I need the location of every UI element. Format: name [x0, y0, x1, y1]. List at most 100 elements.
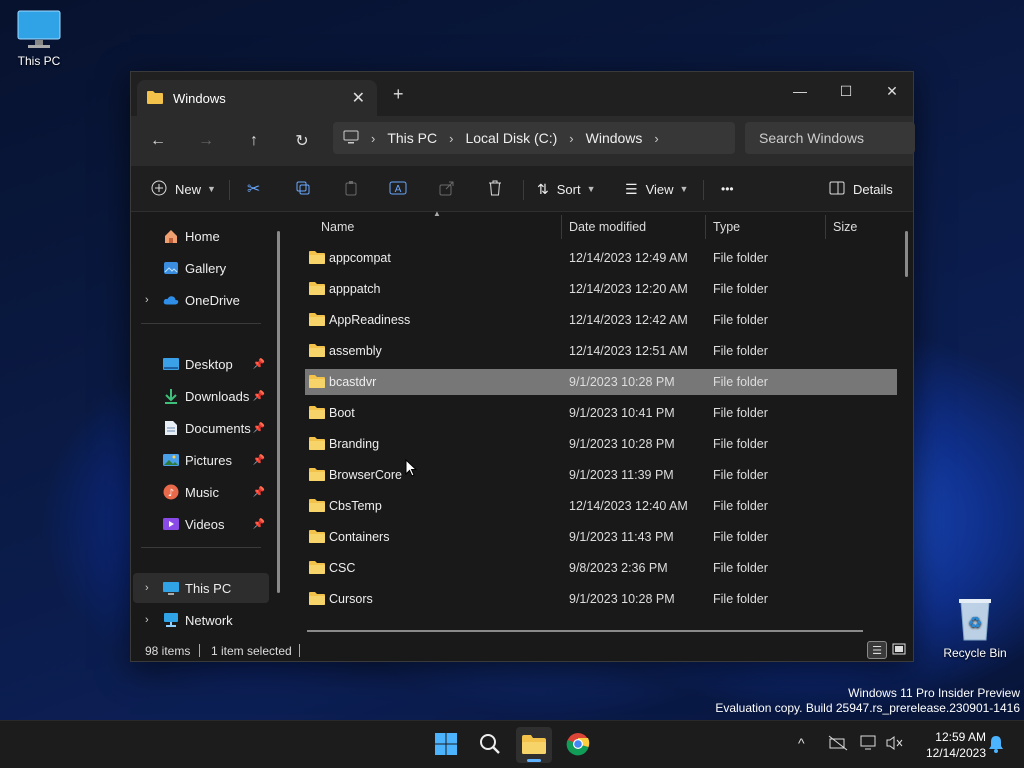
file-row[interactable]: bcastdvr 9/1/2023 10:28 PM File folder	[305, 369, 897, 395]
back-button[interactable]: ←	[143, 126, 173, 156]
file-row[interactable]: Branding 9/1/2023 10:28 PM File folder	[305, 431, 897, 457]
column-header-date-modified[interactable]: Date modified	[569, 213, 646, 241]
sidebar-item-label: This PC	[185, 580, 232, 596]
sidebar-item-network[interactable]: › Network	[133, 605, 269, 635]
active-indicator	[527, 759, 541, 762]
forward-button[interactable]: →	[191, 126, 221, 156]
details-view-button[interactable]: ☰	[867, 641, 887, 659]
display-icon[interactable]	[860, 735, 878, 754]
svg-text:A: A	[395, 184, 402, 195]
address-bar[interactable]: › This PC › Local Disk (C:) › Windows ›	[333, 122, 735, 154]
sidebar-item-music[interactable]: ♪ Music 📌	[133, 477, 269, 507]
new-tab-button[interactable]: +	[393, 84, 404, 105]
sidebar-item-this-pc[interactable]: › This PC	[133, 573, 269, 603]
desktop-icon-this-pc[interactable]: This PC	[4, 10, 74, 68]
file-row[interactable]: CbsTemp 12/14/2023 12:40 AM File folder	[305, 493, 897, 519]
chevron-right-icon: ›	[145, 294, 149, 306]
cut-button[interactable]: ✂	[247, 174, 260, 204]
file-row[interactable]: Cursors 9/1/2023 10:28 PM File folder	[305, 586, 897, 612]
sidebar-item-label: Network	[185, 612, 233, 628]
view-button[interactable]: ☰ View ▼	[625, 174, 688, 204]
new-button[interactable]: New ▼	[151, 174, 216, 204]
up-button[interactable]: ↑	[239, 126, 269, 156]
sidebar-item-downloads[interactable]: Downloads 📌	[133, 381, 269, 411]
recycle-bin-icon: ♻	[955, 596, 995, 642]
notification-bell-icon[interactable]	[988, 735, 1004, 756]
volume-muted-icon[interactable]	[886, 735, 904, 754]
file-name: CSC	[329, 561, 356, 575]
tab-close-button[interactable]: ✕	[352, 88, 365, 108]
refresh-button[interactable]: ↻	[287, 126, 317, 156]
start-button[interactable]	[428, 727, 464, 763]
file-row[interactable]: AppReadiness 12/14/2023 12:42 AM File fold…	[305, 307, 897, 333]
search-button[interactable]	[472, 727, 508, 763]
column-divider[interactable]	[825, 215, 826, 239]
file-explorer-taskbar-button[interactable]	[516, 727, 552, 763]
sidebar-item-videos[interactable]: Videos 📌	[133, 509, 269, 539]
file-row[interactable]: assembly 12/14/2023 12:51 AM File folder	[305, 338, 897, 364]
sidebar-item-label: Desktop	[185, 356, 233, 372]
details-pane-button[interactable]: Details	[829, 174, 893, 204]
sidebar-item-gallery[interactable]: Gallery	[133, 253, 269, 283]
tiles-view-button[interactable]	[889, 641, 909, 659]
sidebar-item-home[interactable]: Home	[133, 221, 269, 251]
desktop-icon-recycle-bin[interactable]: ♻ Recycle Bin	[940, 596, 1010, 660]
network-disconnected-icon[interactable]	[828, 735, 848, 754]
breadcrumb-windows[interactable]: Windows	[586, 130, 643, 146]
folder-icon	[309, 343, 325, 360]
sidebar-scrollbar[interactable]	[277, 231, 280, 593]
sidebar-item-pictures[interactable]: Pictures 📌	[133, 445, 269, 475]
gallery-icon	[163, 260, 179, 276]
column-header-name[interactable]: Name	[321, 213, 354, 241]
file-row[interactable]: Containers 9/1/2023 11:43 PM File folder	[305, 524, 897, 550]
rename-button[interactable]: A	[389, 174, 407, 204]
copy-button[interactable]	[295, 174, 311, 204]
desktop-icon-label: Recycle Bin	[943, 646, 1007, 660]
vertical-scrollbar[interactable]	[905, 231, 908, 277]
file-name: assembly	[329, 344, 382, 358]
breadcrumb-this-pc[interactable]: This PC	[387, 130, 437, 146]
sort-button[interactable]: ⇅ Sort ▼	[537, 174, 596, 204]
sidebar-item-label: Music	[185, 484, 219, 500]
column-header-type[interactable]: Type	[713, 213, 740, 241]
minimize-button[interactable]: —	[777, 76, 823, 106]
rename-icon: A	[389, 180, 407, 199]
sidebar-item-desktop[interactable]: Desktop 📌	[133, 349, 269, 379]
share-button[interactable]	[439, 174, 455, 204]
close-window-button[interactable]: ✕	[869, 76, 915, 106]
mouse-cursor-icon	[405, 458, 418, 480]
file-row[interactable]: Boot 9/1/2023 10:41 PM File folder	[305, 400, 897, 426]
search-input[interactable]: Search Windows	[745, 122, 915, 154]
sidebar-item-onedrive[interactable]: › OneDrive	[133, 285, 269, 315]
file-row[interactable]: appcompat 12/14/2023 12:49 AM File folder	[305, 245, 897, 271]
sidebar-item-label: Downloads	[185, 388, 250, 404]
clock-time: 12:59 AM	[935, 730, 986, 744]
sidebar-item-documents[interactable]: Documents 📌	[133, 413, 269, 443]
column-header-size[interactable]: Size	[833, 213, 857, 241]
chevron-up-icon[interactable]: ^	[798, 735, 805, 751]
file-date-modified: 9/1/2023 10:41 PM	[569, 406, 675, 420]
file-type: File folder	[713, 344, 768, 358]
system-clock[interactable]: 12:59 AM 12/14/2023	[912, 729, 986, 761]
toolbar-divider	[523, 180, 524, 200]
more-options-button[interactable]: •••	[721, 174, 734, 204]
column-divider[interactable]	[561, 215, 562, 239]
chrome-taskbar-button[interactable]	[560, 727, 596, 763]
maximize-button[interactable]: ☐	[823, 76, 869, 106]
folder-icon	[309, 312, 325, 329]
toolbar-divider	[703, 180, 704, 200]
column-divider[interactable]	[705, 215, 706, 239]
paste-button[interactable]	[343, 174, 359, 204]
file-row[interactable]: BrowserCore 9/1/2023 11:39 PM File folder	[305, 462, 897, 488]
tab-windows[interactable]: Windows ✕	[137, 80, 377, 116]
folder-icon	[309, 467, 325, 484]
file-row[interactable]: CSC 9/8/2023 2:36 PM File folder	[305, 555, 897, 581]
delete-button[interactable]	[487, 174, 503, 204]
horizontal-scrollbar[interactable]	[307, 630, 863, 632]
pin-icon: 📌	[252, 454, 265, 466]
file-row[interactable]: apppatch 12/14/2023 12:20 AM File folder	[305, 276, 897, 302]
chevron-right-icon: ›	[569, 130, 574, 146]
scissors-icon: ✂	[247, 181, 261, 198]
breadcrumb-local-disk[interactable]: Local Disk (C:)	[465, 130, 557, 146]
sort-icon: ⇅	[537, 180, 549, 197]
